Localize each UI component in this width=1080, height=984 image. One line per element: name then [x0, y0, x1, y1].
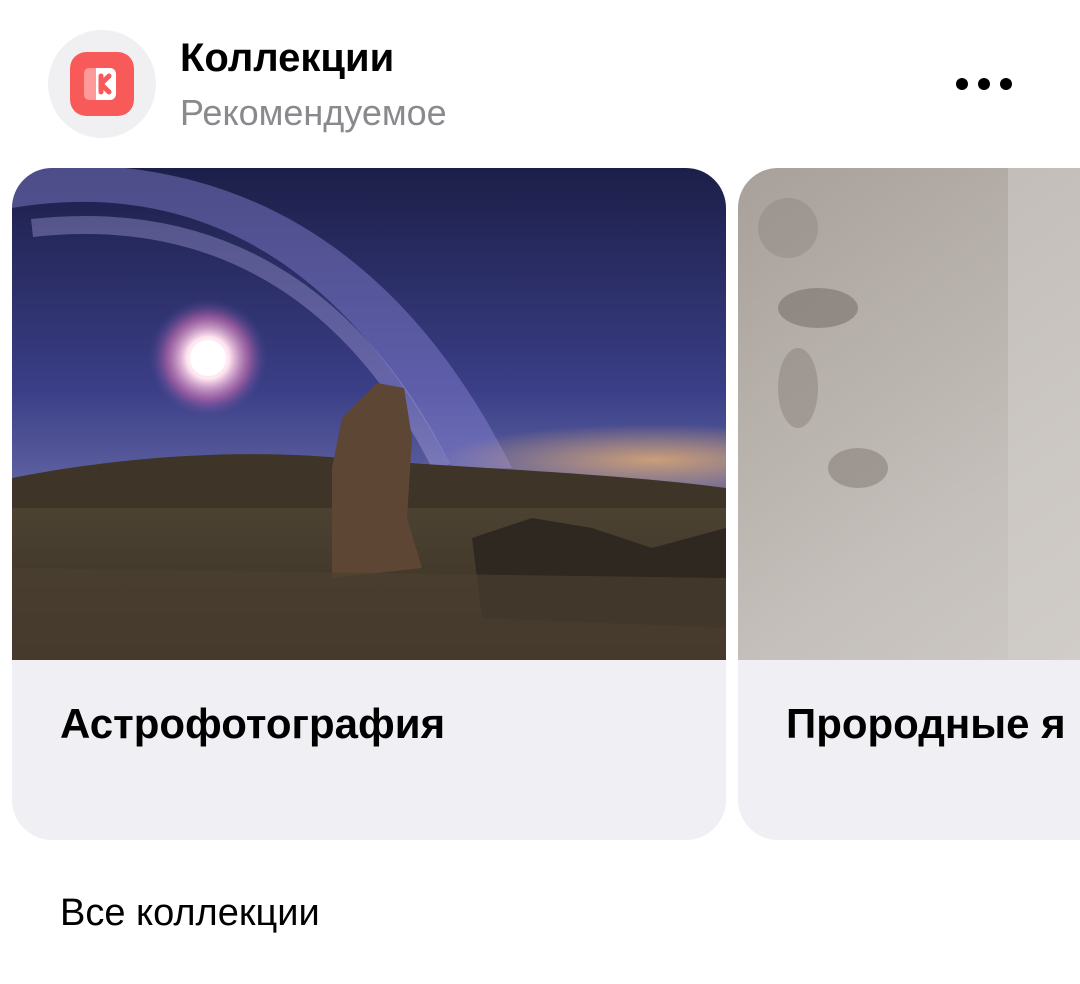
collection-card-title: Астрофотография	[60, 700, 446, 747]
more-options-button[interactable]	[944, 60, 1024, 108]
more-horizontal-icon	[956, 78, 968, 90]
all-collections-link[interactable]: Все коллекции	[60, 892, 320, 935]
more-horizontal-icon	[978, 78, 990, 90]
collections-logo-icon	[70, 52, 134, 116]
collection-card[interactable]: Астрофотография	[12, 168, 726, 840]
gray-texture-photo	[738, 168, 1080, 660]
collections-carousel[interactable]: Астрофотография Прородные я	[0, 168, 1080, 840]
collection-card[interactable]: Прородные я	[738, 168, 1080, 840]
more-horizontal-icon	[1000, 78, 1012, 90]
collection-card-title: Прородные я	[786, 700, 1066, 747]
night-sky-photo	[12, 168, 726, 660]
header: Коллекции Рекомендуемое	[0, 0, 1080, 150]
page-subtitle: Рекомендуемое	[180, 92, 447, 133]
collections-logo[interactable]	[48, 30, 156, 138]
page-title: Коллекции	[180, 36, 395, 80]
